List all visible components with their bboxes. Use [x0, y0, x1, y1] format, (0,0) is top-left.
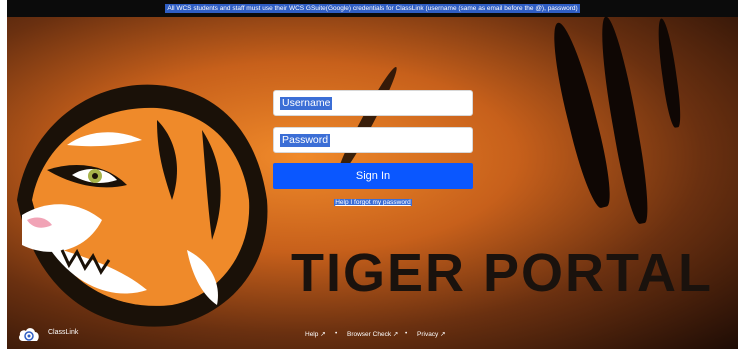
help-link-text: Help: [305, 331, 319, 338]
claw-mark: [334, 64, 402, 176]
claw-mark: [654, 17, 684, 129]
external-link-icon: ↗: [320, 331, 326, 338]
forgot-password-link[interactable]: Help I forgot my password: [273, 199, 473, 206]
password-placeholder: Password: [280, 133, 331, 147]
help-link[interactable]: Help ↗: [305, 330, 326, 338]
username-placeholder: Username: [280, 96, 333, 110]
privacy-link-text: Privacy: [417, 331, 439, 338]
login-page: All WCS students and staff must use thei…: [7, 0, 738, 349]
classlink-label: ClassLink: [48, 329, 79, 336]
external-link-icon: ↗: [440, 331, 446, 338]
tiger-mascot-image: [17, 84, 268, 327]
external-link-icon: ↗: [392, 331, 399, 338]
sign-in-button[interactable]: Sign In: [273, 163, 473, 189]
browser-check-link[interactable]: Browser Check ↗: [347, 330, 398, 338]
browser-check-link-text: Browser Check: [347, 331, 392, 338]
forgot-password-text: Help I forgot my password: [334, 199, 412, 206]
footer-separator: •: [335, 330, 338, 337]
banner-text: All WCS students and staff must use thei…: [165, 4, 580, 13]
classlink-cloud-icon: [19, 328, 39, 341]
portal-title: TIGER PORTAL: [291, 243, 713, 303]
privacy-link[interactable]: Privacy ↗: [417, 330, 446, 338]
announcement-banner: All WCS students and staff must use thei…: [7, 0, 738, 17]
footer-separator: •: [405, 330, 408, 337]
footer: ClassLink Help ↗ • Browser Check ↗ • Pri…: [7, 319, 738, 349]
username-input[interactable]: Username: [273, 90, 473, 116]
password-input[interactable]: Password: [273, 127, 473, 153]
